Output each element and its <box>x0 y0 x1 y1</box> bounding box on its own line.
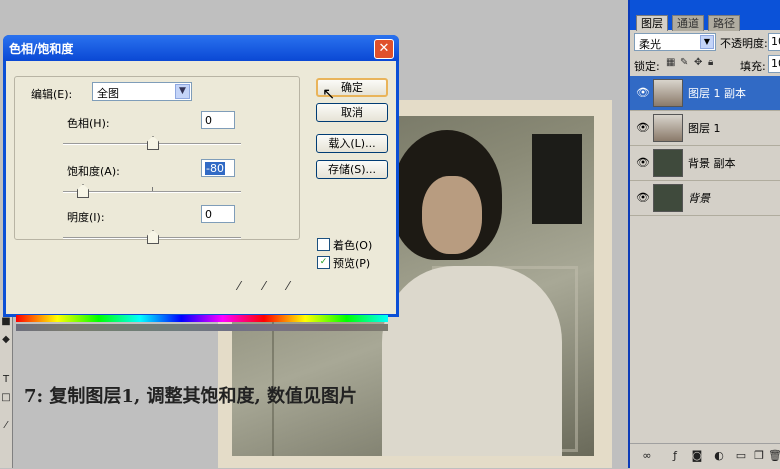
opacity-input[interactable]: 10 <box>768 33 780 51</box>
saturation-slider-track[interactable] <box>63 191 241 193</box>
eye-icon[interactable]: 👁︎ <box>636 156 650 170</box>
close-icon[interactable]: ✕ <box>374 39 394 59</box>
adjustment-group: 编辑(E): 全图 ▼ 色相(H): 0 饱和度(A): -80 明度(I): … <box>14 76 300 244</box>
folder-icon[interactable]: ▭ <box>734 449 748 463</box>
dialog-title: 色相/饱和度 <box>9 42 74 56</box>
preview-checkbox[interactable]: ✓ <box>317 256 330 269</box>
layer-thumbnail <box>653 79 683 107</box>
eye-icon[interactable]: 👁︎ <box>636 191 650 205</box>
mask-icon[interactable]: ◙ <box>690 449 704 463</box>
dialog-body: 编辑(E): 全图 ▼ 色相(H): 0 饱和度(A): -80 明度(I): … <box>6 61 396 331</box>
edit-select-value: 全图 <box>97 87 119 100</box>
opacity-label: 不透明度: <box>720 37 768 50</box>
edit-select[interactable]: 全图 ▼ <box>92 82 192 101</box>
cancel-button[interactable]: 取消 <box>316 103 388 122</box>
lock-all-icon[interactable]: 🔒︎ <box>708 57 713 68</box>
hue-saturation-dialog: 色相/饱和度 ✕ 编辑(E): 全图 ▼ 色相(H): 0 饱和度(A): -8… <box>3 35 399 331</box>
panel-tabs: 图层 通道 路径 <box>630 0 780 31</box>
eye-icon[interactable]: 👁︎ <box>636 121 650 135</box>
lock-move-icon[interactable]: ✥ <box>694 57 702 68</box>
layers-bottom-bar: ∞ ƒ ◙ ◐ ▭ ❐ 🗑︎ <box>630 443 780 469</box>
layer-row[interactable]: 👁︎ 图层 1 <box>630 111 780 146</box>
eyedropper-plus-icon[interactable]: ⁄ <box>263 279 277 293</box>
adjustment-icon[interactable]: ◐ <box>712 449 726 463</box>
chevron-down-icon[interactable]: ▼ <box>175 84 190 99</box>
dialog-titlebar[interactable]: 色相/饱和度 ✕ <box>3 35 399 61</box>
tool-icon[interactable]: ◆ <box>1 334 11 346</box>
tool-strip: ■ ◆ T □ ⁄ <box>0 300 13 468</box>
mouse-cursor-icon: ↖ <box>322 84 336 103</box>
tab-channels[interactable]: 通道 <box>672 15 704 31</box>
lightness-label: 明度(I): <box>67 211 105 224</box>
layer-style-icon[interactable]: ƒ <box>668 449 682 463</box>
layer-name: 图层 1 副本 <box>688 87 746 100</box>
tab-layers[interactable]: 图层 <box>636 15 668 31</box>
saturation-value: -80 <box>205 162 225 175</box>
lightness-input[interactable]: 0 <box>201 205 235 223</box>
lock-transparency-icon[interactable]: ▦ <box>666 57 675 68</box>
eyedropper-tool-icon[interactable]: ⁄ <box>1 420 11 432</box>
load-button[interactable]: 载入(L)... <box>316 134 388 153</box>
chevron-down-icon[interactable]: ▼ <box>700 35 714 49</box>
eyedropper-icon[interactable]: ⁄ <box>238 279 252 293</box>
layers-panel: 图层 通道 路径 柔光 ▼ 不透明度: 10 锁定: ▦ ✎ ✥ 🔒︎ 填充: … <box>628 0 780 469</box>
saturation-input[interactable]: -80 <box>201 159 235 177</box>
fill-input[interactable]: 10 <box>768 55 780 73</box>
layer-thumbnail <box>653 149 683 177</box>
layer-thumbnail <box>653 114 683 142</box>
hue-slider-thumb[interactable] <box>147 136 159 150</box>
colorize-label: 着色(O) <box>333 239 373 252</box>
tab-paths[interactable]: 路径 <box>708 15 740 31</box>
eyedropper-minus-icon[interactable]: ⁄ <box>287 279 301 293</box>
tool-icon[interactable]: □ <box>1 392 11 404</box>
layer-thumbnail <box>653 184 683 212</box>
blend-mode-value: 柔光 <box>639 38 661 51</box>
blend-mode-select[interactable]: 柔光 ▼ <box>634 33 716 51</box>
layer-row[interactable]: 👁︎ 图层 1 副本 <box>630 76 780 111</box>
layer-name: 背景 副本 <box>688 157 736 170</box>
layer-row[interactable]: 👁︎ 背景 <box>630 181 780 216</box>
colorize-checkbox[interactable] <box>317 238 330 251</box>
lock-label: 锁定: <box>634 60 660 73</box>
fill-label: 填充: <box>740 60 766 73</box>
tutorial-caption: 7: 复制图层1, 调整其饱和度, 数值见图片 <box>24 386 358 407</box>
saturation-slider-thumb[interactable] <box>77 184 89 198</box>
eye-icon[interactable]: 👁︎ <box>636 86 650 100</box>
saturation-center-tick <box>152 187 153 191</box>
new-layer-icon[interactable]: ❐ <box>752 449 766 463</box>
save-button[interactable]: 存储(S)... <box>316 160 388 179</box>
layer-row[interactable]: 👁︎ 背景 副本 <box>630 146 780 181</box>
hue-label: 色相(H): <box>67 117 110 130</box>
saturation-label: 饱和度(A): <box>67 165 120 178</box>
trash-icon[interactable]: 🗑︎ <box>768 449 780 463</box>
tool-icon[interactable]: ■ <box>1 316 11 328</box>
type-tool-icon[interactable]: T <box>1 374 11 386</box>
preview-label: 预览(P) <box>333 257 371 270</box>
layer-name: 图层 1 <box>688 122 721 135</box>
edit-label: 编辑(E): <box>31 88 73 101</box>
layer-name: 背景 <box>688 192 710 205</box>
output-hue-bar <box>16 324 388 331</box>
lock-brush-icon[interactable]: ✎ <box>680 57 688 68</box>
input-hue-bar <box>16 315 388 322</box>
hue-input[interactable]: 0 <box>201 111 235 129</box>
link-icon[interactable]: ∞ <box>640 449 654 463</box>
lightness-slider-thumb[interactable] <box>147 230 159 244</box>
